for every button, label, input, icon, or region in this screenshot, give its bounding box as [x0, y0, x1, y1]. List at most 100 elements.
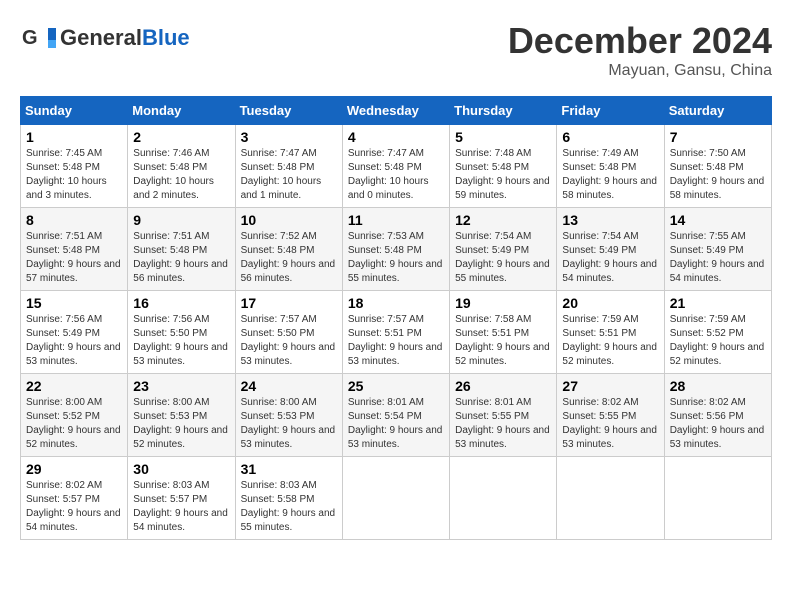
day-number: 26 — [455, 378, 551, 394]
calendar-cell — [450, 457, 557, 540]
calendar-cell: 14 Sunrise: 7:55 AMSunset: 5:49 PMDaylig… — [664, 208, 771, 291]
calendar-cell: 10 Sunrise: 7:52 AMSunset: 5:48 PMDaylig… — [235, 208, 342, 291]
day-number: 20 — [562, 295, 658, 311]
day-detail: Sunrise: 7:52 AMSunset: 5:48 PMDaylight:… — [241, 231, 336, 284]
day-number: 28 — [670, 378, 766, 394]
calendar-week-row: 1 Sunrise: 7:45 AMSunset: 5:48 PMDayligh… — [21, 125, 772, 208]
day-number: 16 — [133, 295, 229, 311]
day-number: 9 — [133, 212, 229, 228]
day-number: 2 — [133, 129, 229, 145]
calendar-cell: 7 Sunrise: 7:50 AMSunset: 5:48 PMDayligh… — [664, 125, 771, 208]
calendar-cell: 5 Sunrise: 7:48 AMSunset: 5:48 PMDayligh… — [450, 125, 557, 208]
calendar-week-row: 22 Sunrise: 8:00 AMSunset: 5:52 PMDaylig… — [21, 374, 772, 457]
day-of-week-tuesday: Tuesday — [235, 97, 342, 125]
day-number: 15 — [26, 295, 122, 311]
svg-text:G: G — [22, 27, 38, 49]
day-number: 6 — [562, 129, 658, 145]
day-detail: Sunrise: 7:51 AMSunset: 5:48 PMDaylight:… — [26, 231, 121, 284]
day-detail: Sunrise: 7:58 AMSunset: 5:51 PMDaylight:… — [455, 314, 550, 367]
calendar-cell: 18 Sunrise: 7:57 AMSunset: 5:51 PMDaylig… — [342, 291, 449, 374]
day-detail: Sunrise: 8:02 AMSunset: 5:57 PMDaylight:… — [26, 480, 121, 533]
calendar-cell: 8 Sunrise: 7:51 AMSunset: 5:48 PMDayligh… — [21, 208, 128, 291]
calendar-cell: 30 Sunrise: 8:03 AMSunset: 5:57 PMDaylig… — [128, 457, 235, 540]
logo-icon: G — [20, 20, 56, 56]
day-detail: Sunrise: 7:55 AMSunset: 5:49 PMDaylight:… — [670, 231, 765, 284]
day-number: 29 — [26, 461, 122, 477]
calendar-cell: 9 Sunrise: 7:51 AMSunset: 5:48 PMDayligh… — [128, 208, 235, 291]
day-number: 18 — [348, 295, 444, 311]
calendar-week-row: 8 Sunrise: 7:51 AMSunset: 5:48 PMDayligh… — [21, 208, 772, 291]
day-number: 30 — [133, 461, 229, 477]
logo: G GeneralBlue — [20, 20, 190, 56]
calendar-week-row: 15 Sunrise: 7:56 AMSunset: 5:49 PMDaylig… — [21, 291, 772, 374]
day-detail: Sunrise: 8:02 AMSunset: 5:55 PMDaylight:… — [562, 397, 657, 450]
calendar-cell: 15 Sunrise: 7:56 AMSunset: 5:49 PMDaylig… — [21, 291, 128, 374]
day-number: 11 — [348, 212, 444, 228]
day-detail: Sunrise: 8:03 AMSunset: 5:57 PMDaylight:… — [133, 480, 228, 533]
day-detail: Sunrise: 8:02 AMSunset: 5:56 PMDaylight:… — [670, 397, 765, 450]
day-detail: Sunrise: 7:57 AMSunset: 5:50 PMDaylight:… — [241, 314, 336, 367]
calendar-cell: 4 Sunrise: 7:47 AMSunset: 5:48 PMDayligh… — [342, 125, 449, 208]
day-number: 31 — [241, 461, 337, 477]
day-number: 10 — [241, 212, 337, 228]
day-number: 7 — [670, 129, 766, 145]
day-number: 17 — [241, 295, 337, 311]
calendar-cell: 26 Sunrise: 8:01 AMSunset: 5:55 PMDaylig… — [450, 374, 557, 457]
page-header: G GeneralBlue December 2024 Mayuan, Gans… — [20, 20, 772, 80]
calendar-cell: 2 Sunrise: 7:46 AMSunset: 5:48 PMDayligh… — [128, 125, 235, 208]
calendar-cell: 17 Sunrise: 7:57 AMSunset: 5:50 PMDaylig… — [235, 291, 342, 374]
day-detail: Sunrise: 8:00 AMSunset: 5:53 PMDaylight:… — [241, 397, 336, 450]
day-of-week-thursday: Thursday — [450, 97, 557, 125]
day-number: 4 — [348, 129, 444, 145]
calendar-table: SundayMondayTuesdayWednesdayThursdayFrid… — [20, 96, 772, 540]
day-number: 23 — [133, 378, 229, 394]
calendar-cell: 19 Sunrise: 7:58 AMSunset: 5:51 PMDaylig… — [450, 291, 557, 374]
day-detail: Sunrise: 7:49 AMSunset: 5:48 PMDaylight:… — [562, 148, 657, 201]
location: Mayuan, Gansu, China — [508, 62, 772, 80]
day-detail: Sunrise: 8:00 AMSunset: 5:53 PMDaylight:… — [133, 397, 228, 450]
day-number: 19 — [455, 295, 551, 311]
day-number: 27 — [562, 378, 658, 394]
calendar-cell: 16 Sunrise: 7:56 AMSunset: 5:50 PMDaylig… — [128, 291, 235, 374]
day-number: 24 — [241, 378, 337, 394]
calendar-cell: 24 Sunrise: 8:00 AMSunset: 5:53 PMDaylig… — [235, 374, 342, 457]
day-detail: Sunrise: 7:51 AMSunset: 5:48 PMDaylight:… — [133, 231, 228, 284]
day-number: 25 — [348, 378, 444, 394]
day-detail: Sunrise: 7:45 AMSunset: 5:48 PMDaylight:… — [26, 148, 107, 201]
day-number: 5 — [455, 129, 551, 145]
header-row: SundayMondayTuesdayWednesdayThursdayFrid… — [21, 97, 772, 125]
calendar-cell: 12 Sunrise: 7:54 AMSunset: 5:49 PMDaylig… — [450, 208, 557, 291]
day-number: 21 — [670, 295, 766, 311]
calendar-cell: 25 Sunrise: 8:01 AMSunset: 5:54 PMDaylig… — [342, 374, 449, 457]
calendar-cell: 3 Sunrise: 7:47 AMSunset: 5:48 PMDayligh… — [235, 125, 342, 208]
day-detail: Sunrise: 7:46 AMSunset: 5:48 PMDaylight:… — [133, 148, 214, 201]
day-of-week-saturday: Saturday — [664, 97, 771, 125]
day-detail: Sunrise: 8:00 AMSunset: 5:52 PMDaylight:… — [26, 397, 121, 450]
day-of-week-monday: Monday — [128, 97, 235, 125]
day-detail: Sunrise: 7:59 AMSunset: 5:52 PMDaylight:… — [670, 314, 765, 367]
day-detail: Sunrise: 7:54 AMSunset: 5:49 PMDaylight:… — [455, 231, 550, 284]
day-number: 8 — [26, 212, 122, 228]
day-detail: Sunrise: 7:56 AMSunset: 5:49 PMDaylight:… — [26, 314, 121, 367]
day-number: 14 — [670, 212, 766, 228]
day-detail: Sunrise: 8:03 AMSunset: 5:58 PMDaylight:… — [241, 480, 336, 533]
day-detail: Sunrise: 7:47 AMSunset: 5:48 PMDaylight:… — [241, 148, 322, 201]
day-detail: Sunrise: 7:48 AMSunset: 5:48 PMDaylight:… — [455, 148, 550, 201]
title-block: December 2024 Mayuan, Gansu, China — [508, 20, 772, 80]
day-detail: Sunrise: 8:01 AMSunset: 5:54 PMDaylight:… — [348, 397, 443, 450]
calendar-cell: 29 Sunrise: 8:02 AMSunset: 5:57 PMDaylig… — [21, 457, 128, 540]
day-number: 13 — [562, 212, 658, 228]
day-detail: Sunrise: 7:50 AMSunset: 5:48 PMDaylight:… — [670, 148, 765, 201]
day-number: 12 — [455, 212, 551, 228]
calendar-cell — [557, 457, 664, 540]
day-of-week-sunday: Sunday — [21, 97, 128, 125]
calendar-cell: 1 Sunrise: 7:45 AMSunset: 5:48 PMDayligh… — [21, 125, 128, 208]
day-number: 3 — [241, 129, 337, 145]
calendar-cell: 6 Sunrise: 7:49 AMSunset: 5:48 PMDayligh… — [557, 125, 664, 208]
calendar-cell — [664, 457, 771, 540]
calendar-cell: 27 Sunrise: 8:02 AMSunset: 5:55 PMDaylig… — [557, 374, 664, 457]
calendar-cell: 20 Sunrise: 7:59 AMSunset: 5:51 PMDaylig… — [557, 291, 664, 374]
day-detail: Sunrise: 7:53 AMSunset: 5:48 PMDaylight:… — [348, 231, 443, 284]
calendar-cell: 23 Sunrise: 8:00 AMSunset: 5:53 PMDaylig… — [128, 374, 235, 457]
day-number: 22 — [26, 378, 122, 394]
